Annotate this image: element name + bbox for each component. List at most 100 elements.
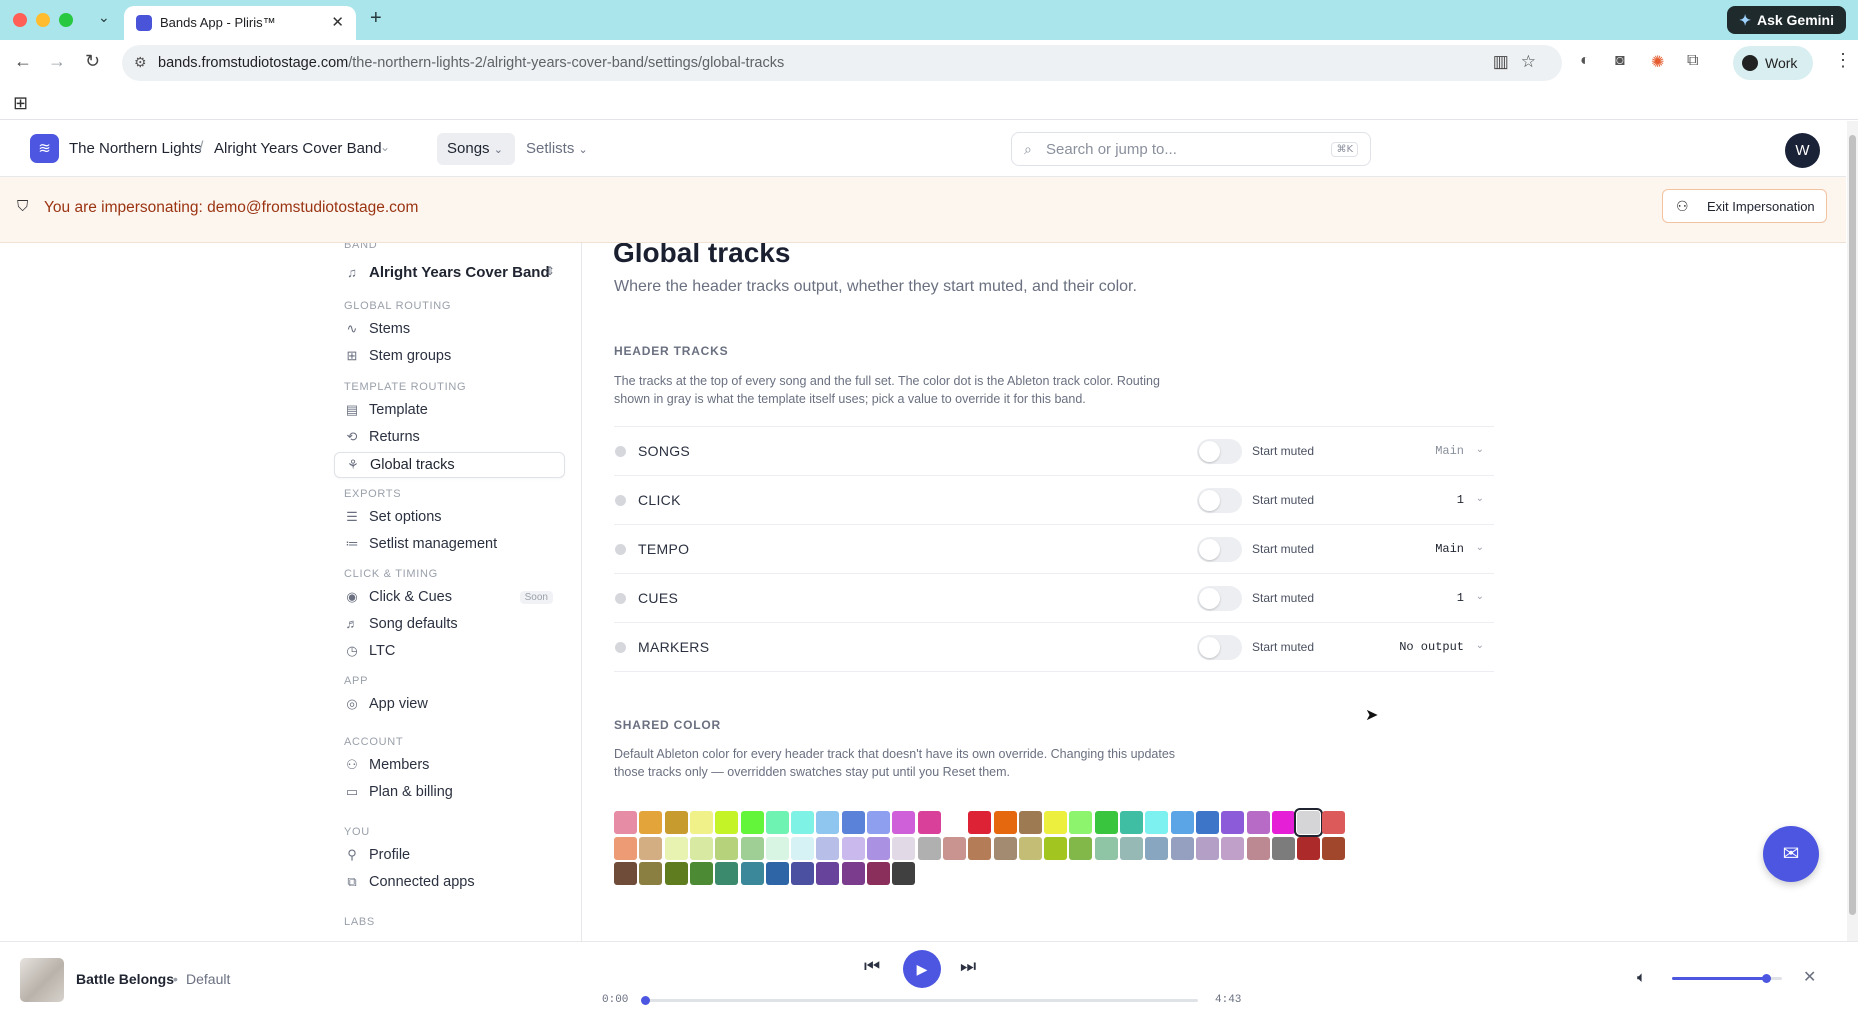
track-color-dot[interactable] [615, 495, 626, 506]
chevron-down-icon[interactable]: ⌄ [1476, 444, 1484, 455]
chevron-down-icon[interactable]: ⌄ [1476, 493, 1484, 504]
nav-songs-tab[interactable]: Songs ⌄ [437, 133, 515, 165]
output-select[interactable]: Main [1435, 542, 1464, 556]
color-swatch[interactable] [639, 811, 663, 834]
color-swatch[interactable] [664, 836, 688, 860]
color-swatch[interactable] [1221, 836, 1245, 860]
site-settings-icon[interactable]: ⚙ [134, 54, 147, 71]
back-arrow-icon[interactable]: ← [14, 51, 32, 72]
color-swatch[interactable] [1195, 836, 1219, 860]
color-swatch[interactable] [765, 836, 789, 860]
color-swatch[interactable] [1069, 811, 1093, 834]
exit-impersonation-button[interactable]: ⚇ Exit Impersonation [1662, 189, 1827, 223]
ask-gemini-button[interactable]: ✦ Ask Gemini [1727, 6, 1846, 34]
color-swatch[interactable] [614, 862, 637, 885]
output-select[interactable]: 1 [1457, 493, 1464, 507]
color-swatch[interactable] [689, 862, 713, 885]
song-title[interactable]: Battle Belongs [76, 971, 174, 987]
color-swatch[interactable] [993, 836, 1017, 860]
window-minimize-button[interactable] [36, 13, 50, 27]
sidebar-item-app-view[interactable]: ◎ App view [334, 692, 565, 718]
extensions-puzzle-icon[interactable]: ⧉ [1687, 52, 1698, 70]
volume-knob[interactable] [1761, 974, 1771, 983]
color-swatch[interactable] [942, 811, 966, 834]
camera-icon[interactable]: ◙ [1615, 52, 1625, 70]
new-tab-icon[interactable]: + [370, 7, 382, 30]
color-swatch[interactable] [1195, 811, 1219, 834]
color-swatch[interactable] [1170, 811, 1194, 834]
color-swatch[interactable] [892, 862, 916, 885]
color-swatch[interactable] [740, 811, 764, 834]
nav-setlists-tab[interactable]: Setlists ⌄ [526, 140, 588, 157]
sidebar-item-set-options[interactable]: ☰ Set options [334, 505, 565, 531]
volume-icon[interactable]: 🔈︎ [1637, 969, 1646, 986]
color-swatch[interactable] [1069, 836, 1093, 860]
color-swatch[interactable] [1044, 836, 1068, 860]
sidebar-item-ltc[interactable]: ◷ LTC [334, 639, 565, 665]
scrollbar-thumb[interactable] [1849, 135, 1856, 915]
extension-1-icon[interactable]: ◐ [1580, 52, 1590, 70]
color-swatch[interactable] [841, 862, 865, 885]
chevron-down-icon[interactable]: ⌄ [1476, 542, 1484, 553]
skip-back-icon[interactable]: ⏮ [864, 956, 880, 977]
color-swatch[interactable] [1145, 836, 1169, 860]
color-swatch[interactable] [791, 862, 815, 885]
start-muted-toggle[interactable] [1197, 537, 1242, 562]
band-switcher[interactable]: ♫ Alright Years Cover Band ⇕ [334, 261, 565, 287]
sidebar-item-stems[interactable]: ∿ Stems [334, 317, 565, 343]
color-swatch[interactable] [639, 836, 663, 860]
breadcrumb-band[interactable]: Alright Years Cover Band [214, 140, 382, 157]
color-swatch[interactable] [1145, 811, 1169, 834]
close-player-icon[interactable]: ✕ [1803, 967, 1816, 987]
output-select[interactable]: No output [1399, 640, 1464, 654]
browser-menu-icon[interactable]: ⋮ [1834, 50, 1852, 71]
color-swatch[interactable] [689, 811, 713, 834]
color-swatch[interactable] [740, 836, 764, 860]
color-swatch[interactable] [664, 862, 688, 885]
breadcrumb-org[interactable]: The Northern Lights [69, 140, 202, 157]
skip-forward-icon[interactable]: ⏭ [960, 956, 976, 977]
track-color-dot[interactable] [615, 544, 626, 555]
color-swatch[interactable] [1094, 811, 1118, 834]
color-swatch[interactable] [1018, 811, 1042, 834]
search-input[interactable] [1046, 139, 1316, 159]
color-swatch[interactable] [614, 836, 637, 860]
bookmark-star-icon[interactable]: ▥☆ [1493, 52, 1548, 72]
start-muted-toggle[interactable] [1197, 586, 1242, 611]
track-color-dot[interactable] [615, 642, 626, 653]
color-swatch[interactable] [968, 811, 992, 834]
color-swatch[interactable] [867, 836, 890, 860]
band-switcher-chevron-icon[interactable]: ⌄ [380, 140, 390, 154]
sidebar-item-global-tracks[interactable]: ⚘ Global tracks [334, 452, 565, 478]
color-swatch[interactable] [715, 811, 739, 834]
window-zoom-button[interactable] [59, 13, 73, 27]
color-swatch[interactable] [942, 836, 966, 860]
sidebar-item-click-cues[interactable]: ◉ Click & Cues Soon [334, 585, 565, 611]
color-swatch[interactable] [791, 811, 815, 834]
color-swatch[interactable] [765, 811, 789, 834]
color-swatch[interactable] [1044, 811, 1068, 834]
extension-2-icon[interactable]: ✺ [1651, 52, 1664, 72]
color-swatch[interactable] [1246, 811, 1270, 834]
color-swatch[interactable] [614, 811, 637, 834]
color-swatch[interactable] [1294, 808, 1324, 837]
tab-list-chevron-icon[interactable]: ⌄ [98, 9, 110, 26]
color-swatch[interactable] [765, 862, 789, 885]
color-swatch[interactable] [1271, 811, 1295, 834]
sidebar-item-returns[interactable]: ⟲ Returns [334, 425, 565, 451]
sidebar-item-plan-billing[interactable]: ▭ Plan & billing [334, 780, 565, 806]
color-swatch[interactable] [1120, 811, 1143, 834]
url-text[interactable]: bands.fromstudiotostage.com/the-northern… [158, 55, 784, 71]
output-select[interactable]: 1 [1457, 591, 1464, 605]
color-swatch[interactable] [892, 836, 916, 860]
app-logo-icon[interactable]: ≋ [30, 134, 59, 163]
color-swatch[interactable] [1271, 836, 1295, 860]
color-swatch[interactable] [841, 811, 865, 834]
sidebar-item-stem-groups[interactable]: ⊞ Stem groups [334, 344, 565, 370]
color-swatch[interactable] [1246, 836, 1270, 860]
volume-slider[interactable] [1672, 974, 1782, 983]
color-swatch[interactable] [740, 862, 764, 885]
color-swatch[interactable] [1120, 836, 1143, 860]
chevron-down-icon[interactable]: ⌄ [1476, 640, 1484, 651]
sidebar-item-connected-apps[interactable]: ⧉ Connected apps [334, 870, 565, 896]
